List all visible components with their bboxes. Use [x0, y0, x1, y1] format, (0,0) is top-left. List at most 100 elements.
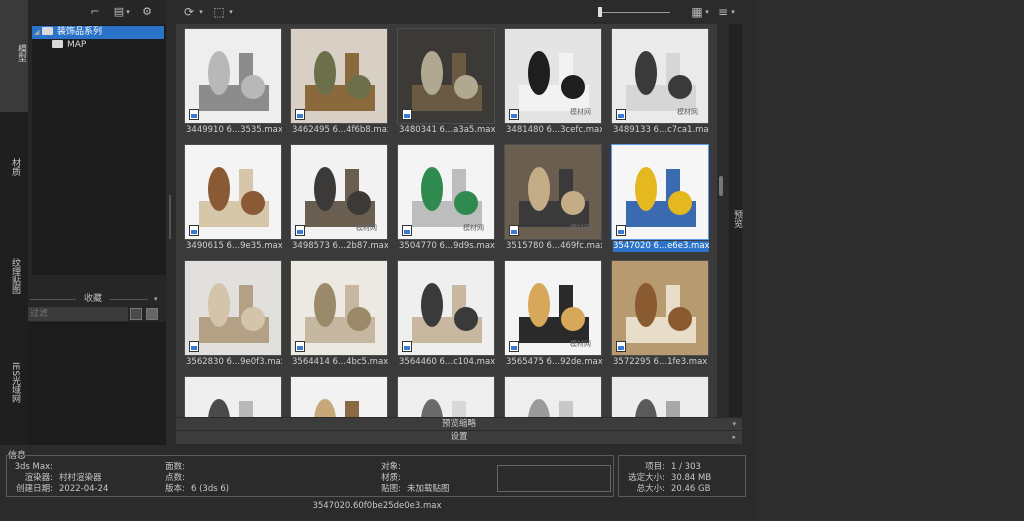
thumbnail-caption: 3564460 6...c104.max [399, 357, 495, 367]
thumbnail-image: 模材网 [397, 144, 495, 240]
thumbnail-item[interactable]: 3490615 6...9e35.max [184, 144, 282, 252]
render-shape [452, 401, 466, 417]
render-shape [635, 283, 657, 327]
thumbnail-size-slider[interactable] [598, 7, 670, 17]
info-preview [497, 465, 611, 492]
render-shape [314, 283, 336, 327]
thumbnail-item[interactable] [290, 376, 388, 417]
info-box: 3ds Max: 渲染器: 村村渲染器 创建日期: 2022-04-24 面数: 点数: 版… [6, 455, 614, 497]
render-shape [208, 283, 230, 327]
thumbnail-item[interactable]: 3572295 6...1fe3.max [611, 260, 709, 368]
info-value: 未加载贴图 [407, 484, 450, 494]
chevron-down-icon[interactable]: ▾ [704, 5, 710, 19]
max-file-icon [402, 109, 412, 120]
thumbnail-item[interactable] [184, 376, 282, 417]
tab-models[interactable]: 模型 [0, 0, 28, 112]
thumbnail-render [626, 283, 696, 343]
preview-thumbnail-bar[interactable]: 预览缩略 ▾ [176, 418, 742, 430]
filter-clear-icon[interactable] [130, 308, 142, 320]
info-key: 材质: [381, 473, 401, 483]
thumbnail-item[interactable] [397, 376, 495, 417]
favorites-list [28, 322, 166, 445]
chevron-down-icon[interactable]: ▾ [154, 292, 158, 306]
chevron-down-icon[interactable]: ▾ [730, 5, 736, 19]
thumbnail-item[interactable]: 3462495 6...4f6b8.max [290, 28, 388, 136]
folder-icon [52, 40, 63, 48]
max-file-icon [616, 109, 626, 120]
thumbnail-render [635, 399, 680, 417]
thumbnail-image [397, 28, 495, 124]
info-value: 2022-04-24 [59, 484, 109, 494]
watermark: 模材网 [463, 224, 484, 232]
render-shape [314, 399, 336, 417]
render-shape [421, 399, 443, 417]
render-shape [668, 307, 692, 331]
box-icon[interactable]: ⬚ [212, 5, 226, 19]
thumbnail-item[interactable]: 模材网 3489133 6...c7ca1.max [611, 28, 709, 136]
info-key: 面数: [165, 462, 185, 472]
thumbnail-image [504, 376, 602, 417]
thumbnail-item[interactable]: 模材网 3515780 6...469fc.max [504, 144, 602, 252]
thumbnail-item[interactable]: 3480341 6...a3a5.max [397, 28, 495, 136]
new-folder-icon[interactable]: ⌐ [88, 5, 102, 19]
info-row: 选定大小: 30.84 MB [621, 473, 711, 484]
chevron-down-icon[interactable]: ▾ [228, 5, 234, 19]
info-key: 点数: [165, 473, 185, 483]
thumbnail-image: 模材网 [611, 28, 709, 124]
gear-icon[interactable]: ⚙ [140, 5, 154, 19]
thumbnail-item[interactable]: 3449910 6...3535.max [184, 28, 282, 136]
info-row: 对象: [361, 462, 407, 473]
info-key: 总大小: [636, 484, 665, 494]
thumbnail-item[interactable] [611, 376, 709, 417]
expand-caret-icon[interactable]: ◢ [34, 26, 42, 39]
tab-textures[interactable]: 纹理贴图 [8, 258, 22, 294]
favorites-header: 收藏 ▾ [28, 292, 166, 306]
thumbnail-image [611, 260, 709, 356]
favorites-filter-input[interactable] [28, 307, 128, 321]
thumbnail-image [184, 260, 282, 356]
tab-ies[interactable]: IES光域网 [8, 362, 22, 403]
collapse-arrow-icon[interactable]: ▾ [732, 418, 736, 430]
max-file-icon [189, 225, 199, 236]
thumbnail-image [611, 144, 709, 240]
settings-bar-label: 设置 [450, 432, 468, 442]
thumbnail-item[interactable]: 3564460 6...c104.max [397, 260, 495, 368]
thumbnail-image: 模材网 [504, 144, 602, 240]
grid-scrollbar[interactable] [717, 24, 725, 417]
tab-materials[interactable]: 材质 [8, 158, 22, 176]
tree-node-root[interactable]: ◢ 装饰品系列 [32, 26, 164, 39]
max-file-icon [616, 225, 626, 236]
expand-arrow-icon[interactable]: ▸ [732, 431, 736, 444]
preview-side-tab[interactable]: 预览 [729, 24, 742, 417]
thumbnail-item[interactable]: 3562830 6...9e0f3.max [184, 260, 282, 368]
thumbnail-render [412, 51, 482, 111]
info-row: 版本: 6 (3ds 6) [141, 484, 229, 495]
chevron-down-icon[interactable]: ▾ [124, 5, 132, 19]
thumbnail-caption: 3562830 6...9e0f3.max [186, 357, 282, 367]
thumbnail-image: 模材网 [504, 28, 602, 124]
panel-splitter[interactable] [166, 0, 175, 445]
thumbnail-item[interactable]: 3547020 6...e6e3.max [611, 144, 709, 252]
grid-view-icon[interactable]: ▦ [690, 5, 704, 19]
sync-icon[interactable]: ⟳ [182, 5, 196, 19]
thumbnail-caption: 3498573 6...2b87.max [292, 241, 388, 251]
thumbnail-item[interactable]: 模材网 3565475 6...92de.max [504, 260, 602, 368]
thumbnail-item[interactable]: 模材网 3481480 6...3cefc.max [504, 28, 602, 136]
thumbnail-item[interactable] [504, 376, 602, 417]
chevron-down-icon[interactable]: ▾ [198, 5, 204, 19]
thumbnail-item[interactable]: 模材网 3504770 6...9d9s.max [397, 144, 495, 252]
thumbnail-item[interactable]: 模材网 3498573 6...2b87.max [290, 144, 388, 252]
settings-bar[interactable]: 设置 ▸ [176, 431, 742, 444]
folder-toolbar: ⌐ ▤ ▾ ⚙ [28, 0, 166, 24]
slider-knob[interactable] [598, 7, 602, 17]
filter-options-icon[interactable] [146, 308, 158, 320]
scrollbar-thumb[interactable] [719, 176, 723, 196]
thumbnail-image [290, 376, 388, 417]
render-shape [635, 51, 657, 95]
render-shape [314, 167, 336, 211]
tree-node-map[interactable]: MAP [52, 39, 86, 52]
sort-icon[interactable]: ≡ [716, 5, 730, 19]
splitter-grip[interactable] [169, 195, 171, 239]
thumbnail-render [208, 399, 253, 417]
thumbnail-item[interactable]: 3564414 6...4bc5.max [290, 260, 388, 368]
